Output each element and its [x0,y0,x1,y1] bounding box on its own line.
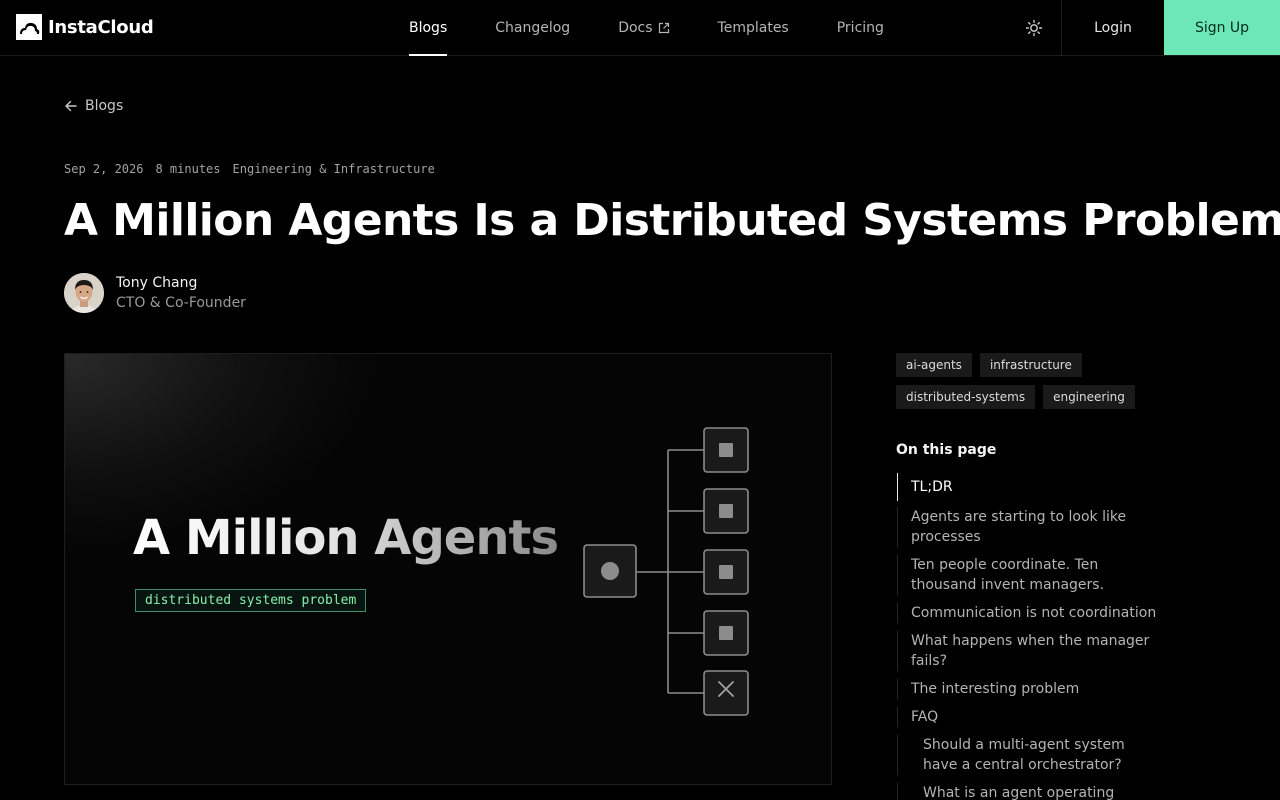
external-link-icon [658,22,669,34]
toc-item[interactable]: Ten people coordinate. Ten thousand inve… [897,555,1157,595]
cloud-logo-icon [16,14,42,40]
nav-templates-label: Templates [717,20,789,36]
failed-agent-node [703,670,749,716]
nav-docs-label: Docs [618,20,653,36]
post-category[interactable]: Engineering & Infrastructure [233,162,435,176]
post-date: Sep 2, 2026 [64,162,144,176]
main-nav: Blogs Changelog Docs Templates Pricing [409,0,932,56]
toc-heading: On this page [896,442,997,458]
brand-logo[interactable]: InstaCloud [16,14,154,40]
toc-item[interactable]: Agents are starting to look like process… [897,507,1157,547]
back-to-blogs-link[interactable]: Blogs [64,98,123,114]
nav-changelog-label: Changelog [495,20,571,36]
hero-image: A Million Agents distributed systems pro… [64,353,832,785]
tag-engineering[interactable]: engineering [1043,385,1135,409]
tag-distributed-systems[interactable]: distributed-systems [896,385,1036,409]
author-avatar-image [64,273,104,313]
theme-toggle-button[interactable] [1006,0,1061,56]
brand-name: InstaCloud [48,16,154,38]
toc-item[interactable]: What happens when the manager fails? [897,631,1157,671]
nav-docs[interactable]: Docs [618,0,669,56]
nav-pricing[interactable]: Pricing [837,0,884,56]
back-link-label: Blogs [85,98,124,114]
post-meta: Sep 2, 2026 8 minutes Engineering & Infr… [64,162,435,176]
tag-ai-agents[interactable]: ai-agents [896,353,972,377]
author-role: CTO & Co-Founder [116,295,246,311]
agent-tree-diagram [583,427,749,716]
nav-blogs[interactable]: Blogs [409,0,448,56]
arrow-left-icon [65,100,77,112]
toc-subitem[interactable]: Should a multi-agent system have a centr… [897,735,1157,775]
table-of-contents: TL;DR Agents are starting to look like p… [897,473,1157,800]
nav-changelog[interactable]: Changelog [495,0,570,56]
nav-pricing-label: Pricing [836,20,884,36]
agent-node [703,488,749,534]
toc-item-faq[interactable]: FAQ [897,707,1157,727]
author-name[interactable]: Tony Chang [116,273,246,293]
post-tags: ai-agents infrastructure distributed-sys… [896,353,1156,409]
author-info: Tony Chang CTO & Co-Founder [116,273,246,313]
toc-item[interactable]: The interesting problem [897,679,1157,699]
signup-button[interactable]: Sign Up [1164,0,1280,55]
toc-subitem[interactable]: What is an agent operating [897,783,1157,800]
nav-templates[interactable]: Templates [718,0,789,56]
nav-blogs-label: Blogs [409,20,448,36]
post-author: Tony Chang CTO & Co-Founder [64,273,246,313]
agent-node [703,610,749,656]
toc-item-tldr[interactable]: TL;DR [897,473,1157,501]
post-title: A Million Agents Is a Distributed System… [64,195,1280,246]
agent-node [703,549,749,595]
site-header: InstaCloud Blogs Changelog Docs Template… [0,0,1280,56]
sun-icon [1025,19,1042,37]
avatar [64,273,104,313]
login-button[interactable]: Login [1061,0,1164,56]
tag-infrastructure[interactable]: infrastructure [979,353,1082,377]
agent-node [703,427,749,473]
post-read-time: 8 minutes [155,162,221,176]
orchestrator-node [583,544,637,598]
toc-item[interactable]: Communication is not coordination [897,603,1157,623]
